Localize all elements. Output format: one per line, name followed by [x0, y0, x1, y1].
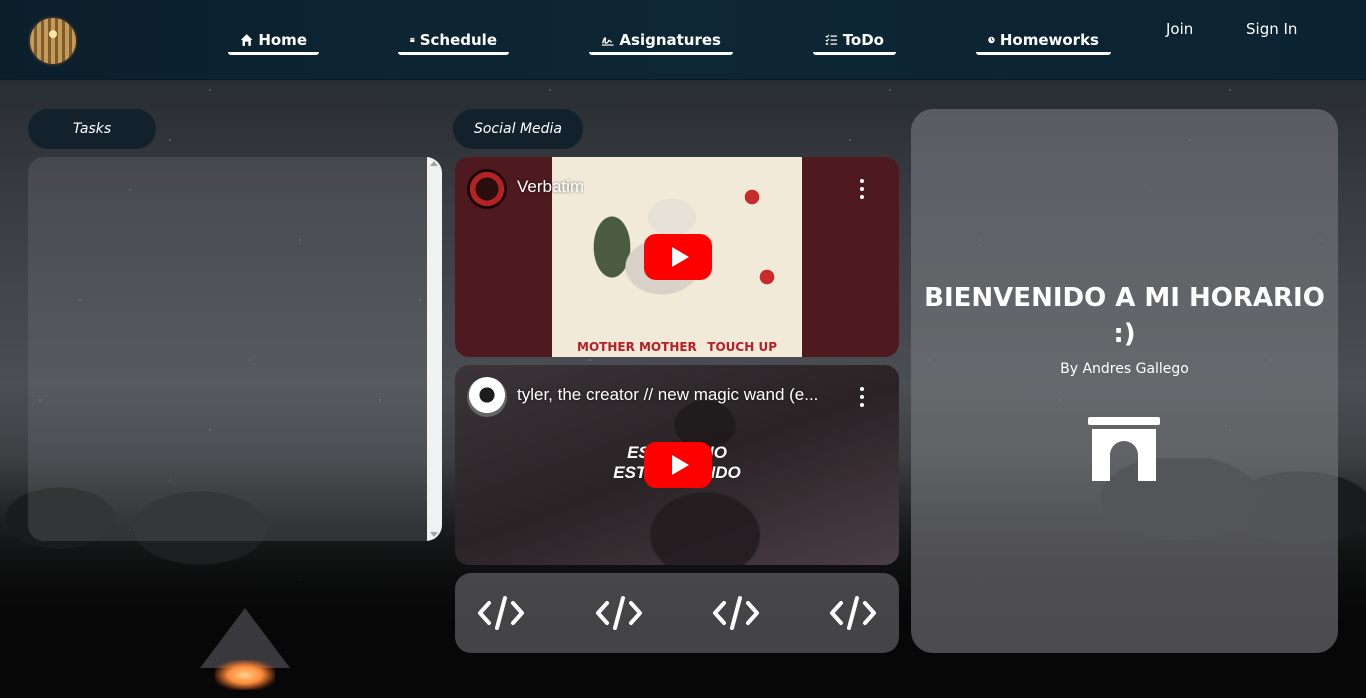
- nav-asignatures[interactable]: Asignatures: [589, 29, 733, 55]
- archway-icon: [1088, 417, 1160, 481]
- youtube-embed-new-magic-wand[interactable]: ESTO 40 NO ESTÁ F NANDO tyler, the creat…: [455, 365, 899, 565]
- more-options-icon[interactable]: [855, 387, 869, 407]
- join-link[interactable]: Join: [1166, 20, 1193, 38]
- nav-home[interactable]: Home: [228, 29, 319, 55]
- code-icon[interactable]: [829, 595, 877, 631]
- play-icon: [671, 247, 689, 267]
- site-logo[interactable]: [28, 16, 78, 66]
- video-title[interactable]: tyler, the creator // new magic wand (e.…: [517, 385, 818, 405]
- scroll-up-arrow-icon[interactable]: [430, 161, 438, 166]
- campfire-background: [215, 660, 275, 690]
- nav-homeworks[interactable]: Homeworks: [976, 29, 1111, 55]
- code-icon[interactable]: [712, 595, 760, 631]
- more-options-icon[interactable]: [855, 179, 869, 199]
- nav-todo-label: ToDo: [842, 30, 884, 49]
- tasks-label: Tasks: [72, 121, 112, 137]
- nav-schedule[interactable]: Schedule: [398, 29, 509, 55]
- code-links-bar: [455, 573, 899, 653]
- nav-schedule-label: Schedule: [419, 30, 497, 49]
- navbar: Home Schedule Asignatures ToDo Homeworks…: [0, 0, 1366, 80]
- welcome-byline: By Andres Gallego: [1060, 361, 1189, 377]
- social-media-pill: Social Media: [453, 109, 583, 149]
- tasks-panel[interactable]: [28, 157, 442, 541]
- channel-avatar[interactable]: [467, 169, 507, 209]
- home-icon: [240, 33, 253, 46]
- nav-homeworks-label: Homeworks: [999, 30, 1099, 49]
- welcome-title: BIENVENIDO A MI HORARIO :): [924, 283, 1325, 349]
- code-icon[interactable]: [477, 595, 525, 631]
- channel-avatar[interactable]: [467, 377, 507, 417]
- play-button[interactable]: [644, 234, 712, 280]
- tent-background: [200, 608, 290, 668]
- social-media-label: Social Media: [473, 121, 562, 137]
- thumbnail-caption-left: MOTHER MOTHER: [577, 340, 697, 354]
- video-title[interactable]: Verbatim: [517, 177, 584, 197]
- clock-icon: [988, 36, 995, 43]
- tasks-pill: Tasks: [28, 109, 156, 149]
- tasks-scrollbar[interactable]: [427, 157, 442, 541]
- nav-asignatures-label: Asignatures: [619, 30, 721, 49]
- checklist-icon: [825, 33, 837, 45]
- nav-todo[interactable]: ToDo: [813, 29, 896, 55]
- calendar-icon: [410, 37, 415, 42]
- sign-in-link[interactable]: Sign In: [1246, 20, 1297, 38]
- signature-icon: [601, 36, 614, 46]
- nav-home-label: Home: [258, 30, 307, 49]
- youtube-embed-verbatim[interactable]: MOTHER MOTHER TOUCH UP Verbatim: [455, 157, 899, 357]
- code-icon[interactable]: [595, 595, 643, 631]
- welcome-card: BIENVENIDO A MI HORARIO :) By Andres Gal…: [911, 109, 1338, 653]
- thumbnail-caption: MOTHER MOTHER TOUCH UP: [552, 340, 802, 354]
- thumbnail-caption-right: TOUCH UP: [707, 340, 777, 354]
- play-icon: [671, 455, 689, 475]
- play-button[interactable]: [644, 442, 712, 488]
- scroll-down-arrow-icon[interactable]: [430, 532, 438, 537]
